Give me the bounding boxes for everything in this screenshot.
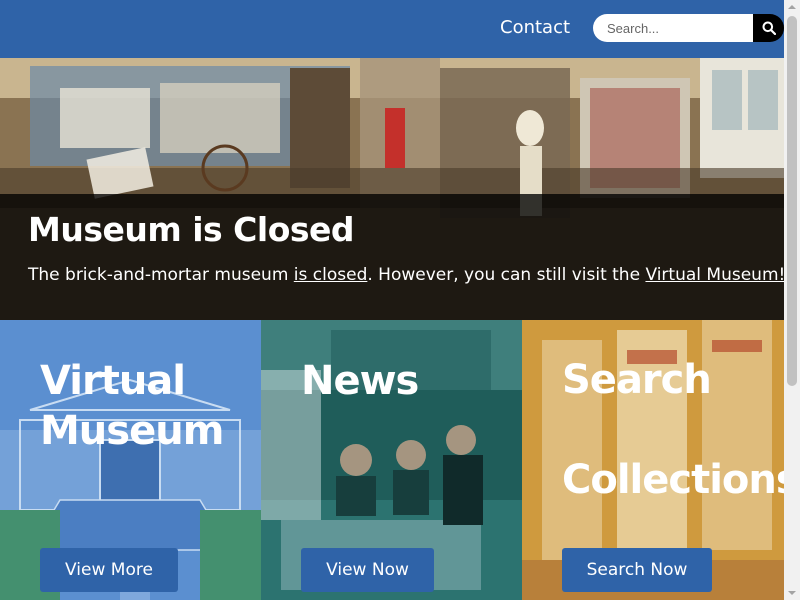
card-title: Search Collections bbox=[562, 330, 784, 530]
view-now-button[interactable]: View Now bbox=[301, 548, 434, 592]
card-title-line: Collections bbox=[562, 457, 784, 503]
card-title: Virtual Museum bbox=[40, 356, 224, 456]
search-now-button[interactable]: Search Now bbox=[562, 548, 712, 592]
card-title-line: Museum bbox=[40, 408, 224, 454]
hero-description: The brick-and-mortar museum is closed. H… bbox=[28, 265, 784, 285]
search-button[interactable] bbox=[753, 14, 784, 42]
scroll-down-arrow-icon[interactable] bbox=[784, 586, 800, 600]
card-title-line: News bbox=[301, 358, 419, 404]
card-search-collections[interactable]: Search Collections Search Now bbox=[522, 320, 784, 600]
card-news[interactable]: News View Now bbox=[261, 320, 522, 600]
view-more-button[interactable]: View More bbox=[40, 548, 178, 592]
hero-text-part: The brick-and-mortar museum bbox=[28, 265, 294, 285]
nav-link-contact[interactable]: Contact bbox=[500, 17, 570, 38]
top-nav-bar: Contact bbox=[0, 0, 784, 58]
page-scrollbar[interactable] bbox=[784, 0, 800, 600]
card-title: News bbox=[301, 356, 419, 406]
scrollbar-thumb[interactable] bbox=[787, 16, 797, 386]
hero-title: Museum is Closed bbox=[28, 210, 355, 249]
virtual-museum-link[interactable]: Virtual Museum! bbox=[645, 265, 784, 285]
search-input[interactable] bbox=[593, 14, 753, 42]
card-virtual-museum[interactable]: Virtual Museum View More bbox=[0, 320, 261, 600]
is-closed-link[interactable]: is closed bbox=[294, 265, 368, 285]
hero-banner: Museum is Closed The brick-and-mortar mu… bbox=[0, 58, 784, 320]
hero-text-part: . However, you can still visit the bbox=[367, 265, 646, 285]
card-title-line: Virtual bbox=[40, 358, 186, 404]
search-icon bbox=[762, 21, 776, 35]
scroll-up-arrow-icon[interactable] bbox=[784, 0, 800, 14]
card-title-line: Search bbox=[562, 357, 712, 403]
